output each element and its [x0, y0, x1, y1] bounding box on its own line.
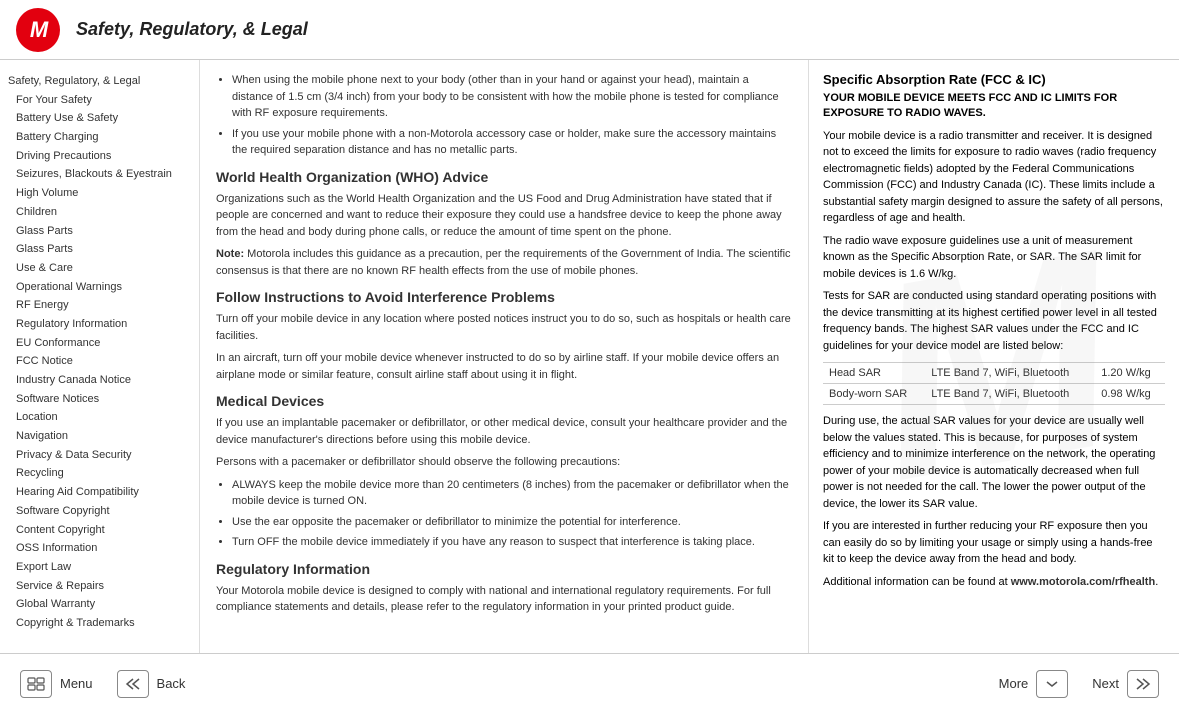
list-item: Turn OFF the mobile device immediately i… — [232, 534, 792, 551]
header: M Safety, Regulatory, & Legal — [0, 0, 1179, 60]
sar-p1: Your mobile device is a radio transmitte… — [823, 128, 1165, 227]
sar-p2: The radio wave exposure guidelines use a… — [823, 233, 1165, 283]
sar-p3: Tests for SAR are conducted using standa… — [823, 288, 1165, 354]
next-icon — [1127, 670, 1159, 698]
sidebar-item[interactable]: For Your Safety — [8, 91, 191, 110]
next-label: Next — [1092, 676, 1119, 691]
footer: Menu Back More Next — [0, 653, 1179, 713]
page-title: Safety, Regulatory, & Legal — [76, 19, 308, 40]
sidebar-item[interactable]: Global Warranty — [8, 595, 191, 614]
sidebar-item[interactable]: Software Copyright — [8, 502, 191, 521]
sar-p6-suffix: . — [1155, 576, 1158, 588]
sar-table-row: Body-worn SARLTE Band 7, WiFi, Bluetooth… — [823, 384, 1165, 405]
who-note: Note: Motorola includes this guidance as… — [216, 246, 792, 279]
sar-table-row: Head SARLTE Band 7, WiFi, Bluetooth1.20 … — [823, 363, 1165, 384]
sar-p5: If you are interested in further reducin… — [823, 518, 1165, 568]
sar-tech: LTE Band 7, WiFi, Bluetooth — [925, 384, 1095, 405]
sidebar-item[interactable]: Content Copyright — [8, 521, 191, 540]
sidebar-item[interactable]: Software Notices — [8, 390, 191, 409]
sidebar-item[interactable]: Driving Precautions — [8, 147, 191, 166]
menu-label: Menu — [60, 676, 93, 691]
content-area: When using the mobile phone next to your… — [200, 60, 809, 653]
reg-text: Your Motorola mobile device is designed … — [216, 583, 792, 616]
note-text: Motorola includes this guidance as a pre… — [216, 248, 791, 277]
back-icon — [117, 670, 149, 698]
sar-p6: Additional information can be found at w… — [823, 574, 1165, 591]
sidebar-item[interactable]: FCC Notice — [8, 352, 191, 371]
sidebar-item[interactable]: Regulatory Information — [8, 315, 191, 334]
sidebar-item[interactable]: Recycling — [8, 464, 191, 483]
sidebar-item[interactable]: Children — [8, 203, 191, 222]
sidebar-item[interactable]: Safety, Regulatory, & Legal — [8, 72, 191, 91]
sar-title: Specific Absorption Rate (FCC & IC) — [823, 72, 1165, 87]
more-button[interactable]: More — [999, 670, 1069, 698]
more-icon — [1036, 670, 1068, 698]
back-button[interactable]: Back — [117, 670, 186, 698]
next-button[interactable]: Next — [1092, 670, 1159, 698]
follow-p2: In an aircraft, turn off your mobile dev… — [216, 350, 792, 383]
sidebar-item[interactable]: Use & Care — [8, 259, 191, 278]
medical-p1: If you use an implantable pacemaker or d… — [216, 415, 792, 448]
sar-value: 1.20 W/kg — [1095, 363, 1165, 384]
motorola-rf-link[interactable]: www.motorola.com/rfhealth — [1011, 576, 1155, 588]
who-heading: World Health Organization (WHO) Advice — [216, 169, 792, 185]
motorola-logo: M — [16, 8, 60, 52]
sidebar-item[interactable]: Copyright & Trademarks — [8, 614, 191, 633]
list-item: Use the ear opposite the pacemaker or de… — [232, 514, 792, 531]
sar-label: Body-worn SAR — [823, 384, 925, 405]
sidebar-item[interactable]: Export Law — [8, 558, 191, 577]
sidebar-item[interactable]: High Volume — [8, 184, 191, 203]
sar-tech: LTE Band 7, WiFi, Bluetooth — [925, 363, 1095, 384]
follow-p1: Turn off your mobile device in any locat… — [216, 311, 792, 344]
sidebar-item[interactable]: Hearing Aid Compatibility — [8, 483, 191, 502]
reg-heading: Regulatory Information — [216, 561, 792, 577]
medical-heading: Medical Devices — [216, 393, 792, 409]
logo-letter: M — [30, 17, 46, 43]
menu-button[interactable]: Menu — [20, 670, 93, 698]
sar-subtitle: YOUR MOBILE DEVICE MEETS FCC AND IC LIMI… — [823, 91, 1165, 122]
sidebar-item[interactable]: Seizures, Blackouts & Eyestrain — [8, 165, 191, 184]
main-layout: Safety, Regulatory, & LegalFor Your Safe… — [0, 60, 1179, 653]
footer-right: More Next — [999, 670, 1159, 698]
sidebar-item[interactable]: Glass Parts — [8, 240, 191, 259]
sidebar-item[interactable]: Privacy & Data Security — [8, 446, 191, 465]
medical-p2: Persons with a pacemaker or defibrillato… — [216, 454, 792, 471]
more-label: More — [999, 676, 1029, 691]
note-label: Note: — [216, 248, 244, 260]
sidebar-item[interactable]: Battery Charging — [8, 128, 191, 147]
follow-heading: Follow Instructions to Avoid Interferenc… — [216, 289, 792, 305]
sidebar: Safety, Regulatory, & LegalFor Your Safe… — [0, 60, 200, 653]
sidebar-item[interactable]: Navigation — [8, 427, 191, 446]
sidebar-item[interactable]: Industry Canada Notice — [8, 371, 191, 390]
sar-label: Head SAR — [823, 363, 925, 384]
sar-value: 0.98 W/kg — [1095, 384, 1165, 405]
list-item: When using the mobile phone next to your… — [232, 72, 792, 122]
sidebar-item[interactable]: EU Conformance — [8, 334, 191, 353]
who-paragraph: Organizations such as the World Health O… — [216, 191, 792, 241]
sidebar-item[interactable]: Service & Repairs — [8, 577, 191, 596]
sidebar-item[interactable]: Glass Parts — [8, 222, 191, 241]
sar-table: Head SARLTE Band 7, WiFi, Bluetooth1.20 … — [823, 362, 1165, 405]
sar-p6-prefix: Additional information can be found at — [823, 576, 1011, 588]
list-item: ALWAYS keep the mobile device more than … — [232, 477, 792, 510]
footer-left: Menu Back — [20, 670, 185, 698]
sar-p4: During use, the actual SAR values for yo… — [823, 413, 1165, 512]
sidebar-item[interactable]: Location — [8, 408, 191, 427]
list-item: If you use your mobile phone with a non-… — [232, 126, 792, 159]
sidebar-item[interactable]: Operational Warnings — [8, 278, 191, 297]
right-panel: M Specific Absorption Rate (FCC & IC) YO… — [809, 60, 1179, 653]
menu-icon — [20, 670, 52, 698]
back-label: Back — [157, 676, 186, 691]
sidebar-item[interactable]: RF Energy — [8, 296, 191, 315]
sidebar-item[interactable]: OSS Information — [8, 539, 191, 558]
sidebar-item[interactable]: Battery Use & Safety — [8, 109, 191, 128]
